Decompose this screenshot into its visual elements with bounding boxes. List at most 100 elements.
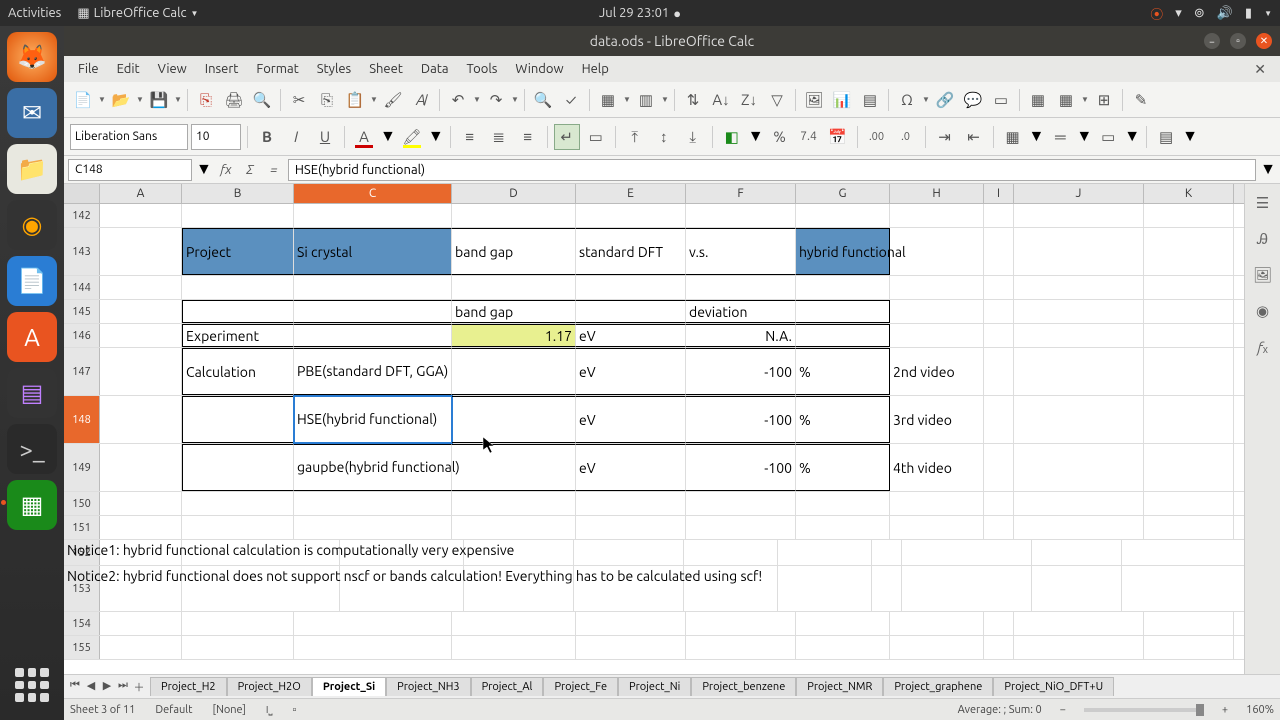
cell[interactable] xyxy=(452,348,576,395)
cell[interactable] xyxy=(1144,204,1234,227)
print-preview-button[interactable]: 🔍 xyxy=(249,87,275,113)
screencast-icon[interactable]: ⦿ xyxy=(1150,4,1163,23)
cell[interactable]: Si crystal xyxy=(294,228,452,275)
column-button[interactable]: ▥ xyxy=(633,87,659,113)
cell[interactable] xyxy=(1144,492,1234,515)
sheet-tab[interactable]: Project_H2O xyxy=(227,677,312,696)
tab-next-button[interactable]: ▶ xyxy=(100,679,114,695)
cell[interactable]: N.A. xyxy=(686,324,796,347)
cell[interactable] xyxy=(1014,300,1144,323)
insert-chart-button[interactable]: 📊 xyxy=(829,87,855,113)
cell[interactable] xyxy=(1014,276,1144,299)
network-icon[interactable]: ▾ xyxy=(1175,6,1182,21)
cell[interactable] xyxy=(452,492,576,515)
cell[interactable] xyxy=(294,636,452,659)
cell[interactable] xyxy=(1014,348,1144,395)
cell[interactable] xyxy=(100,324,182,347)
function-wizard-button[interactable]: fx xyxy=(216,160,236,180)
cell[interactable] xyxy=(100,348,182,395)
cell[interactable] xyxy=(796,324,890,347)
cell[interactable]: % xyxy=(796,396,890,443)
select-all-corner[interactable] xyxy=(64,184,100,203)
cell[interactable] xyxy=(100,300,182,323)
cell[interactable] xyxy=(1014,492,1144,515)
menu-tools[interactable]: Tools xyxy=(459,59,506,79)
cell[interactable] xyxy=(452,396,576,443)
currency-button[interactable]: ◧ xyxy=(719,124,745,150)
cell[interactable] xyxy=(902,566,1032,611)
cell[interactable] xyxy=(686,276,796,299)
sheet-tab[interactable]: Project_graphene xyxy=(883,677,993,696)
sort-desc-button[interactable]: Z↓ xyxy=(736,87,762,113)
hyperlink-button[interactable]: 🔗 xyxy=(932,87,958,113)
menu-data[interactable]: Data xyxy=(413,59,457,79)
cell[interactable] xyxy=(452,276,576,299)
menu-help[interactable]: Help xyxy=(574,59,617,79)
wrap-text-button[interactable]: ↵ xyxy=(554,124,580,150)
cell[interactable] xyxy=(1144,300,1234,323)
cell[interactable] xyxy=(872,566,902,611)
bold-button[interactable]: B xyxy=(254,124,280,150)
cell[interactable] xyxy=(686,516,796,539)
cell[interactable] xyxy=(1144,636,1234,659)
zoom-label[interactable]: 160% xyxy=(1246,704,1274,716)
gallery-panel-button[interactable]: 🖼 xyxy=(1250,262,1276,288)
zoom-out-button[interactable]: − xyxy=(1060,704,1066,716)
close-document-button[interactable]: ✕ xyxy=(1246,58,1274,81)
name-box[interactable] xyxy=(68,159,192,181)
row-header[interactable]: 154 xyxy=(64,612,100,635)
cell[interactable] xyxy=(984,636,1014,659)
cell[interactable] xyxy=(100,492,182,515)
headers-footers-button[interactable]: ▭ xyxy=(988,87,1014,113)
col-header-D[interactable]: D xyxy=(452,184,576,203)
col-header-G[interactable]: G xyxy=(796,184,890,203)
menu-insert[interactable]: Insert xyxy=(197,59,247,79)
cell[interactable] xyxy=(294,300,452,323)
dock-show-apps[interactable] xyxy=(7,660,57,710)
menu-styles[interactable]: Styles xyxy=(309,59,359,79)
cell[interactable] xyxy=(796,636,890,659)
align-right-button[interactable]: ≡ xyxy=(515,124,541,150)
properties-panel-button[interactable]: ☰ xyxy=(1250,190,1276,216)
row-header[interactable]: 155 xyxy=(64,636,100,659)
cell[interactable]: 4th video xyxy=(890,444,984,491)
cell[interactable] xyxy=(452,636,576,659)
tab-add-button[interactable]: ＋ xyxy=(132,679,146,695)
conditional-format-button[interactable]: ▤ xyxy=(1153,124,1179,150)
export-pdf-button[interactable]: ⎘ xyxy=(193,87,219,113)
font-size-combo[interactable] xyxy=(191,124,241,150)
redo-button[interactable]: ↷ xyxy=(483,87,509,113)
cell[interactable] xyxy=(294,324,452,347)
cell[interactable]: Notice1: hybrid functional calculation i… xyxy=(64,540,864,560)
cell[interactable] xyxy=(890,300,984,323)
cell[interactable] xyxy=(686,612,796,635)
cell[interactable] xyxy=(796,204,890,227)
cell[interactable] xyxy=(796,492,890,515)
cell[interactable]: band gap xyxy=(452,228,576,275)
cell[interactable]: gaupbe(hybrid functional) xyxy=(294,444,452,491)
autofilter-button[interactable]: ▽ xyxy=(764,87,790,113)
sheet-tab[interactable]: Project_H2 xyxy=(150,677,227,696)
cell[interactable]: Calculation xyxy=(182,348,294,395)
cell[interactable]: standard DFT xyxy=(576,228,686,275)
col-header-K[interactable]: K xyxy=(1144,184,1234,203)
cell[interactable] xyxy=(890,492,984,515)
cell[interactable] xyxy=(984,228,1014,275)
cell[interactable] xyxy=(686,492,796,515)
dock-calc[interactable]: ▦ xyxy=(7,480,57,530)
clone-formatting-button[interactable]: 🖌 xyxy=(380,87,406,113)
cell[interactable]: hybrid functional xyxy=(796,228,890,275)
cell[interactable]: Experiment xyxy=(182,324,294,347)
cell[interactable] xyxy=(1144,516,1234,539)
summary-label[interactable]: Average: ; Sum: 0 xyxy=(958,704,1042,716)
dock-rhythmbox[interactable]: ◉ xyxy=(7,200,57,250)
dock-writer[interactable]: 📄 xyxy=(7,256,57,306)
cell[interactable] xyxy=(890,276,984,299)
cell[interactable] xyxy=(984,324,1014,347)
cell[interactable]: eV xyxy=(576,348,686,395)
insert-image-button[interactable]: 🖼 xyxy=(801,87,827,113)
cell[interactable] xyxy=(576,300,686,323)
col-header-J[interactable]: J xyxy=(1014,184,1144,203)
cell[interactable] xyxy=(100,612,182,635)
cell[interactable] xyxy=(1014,324,1144,347)
